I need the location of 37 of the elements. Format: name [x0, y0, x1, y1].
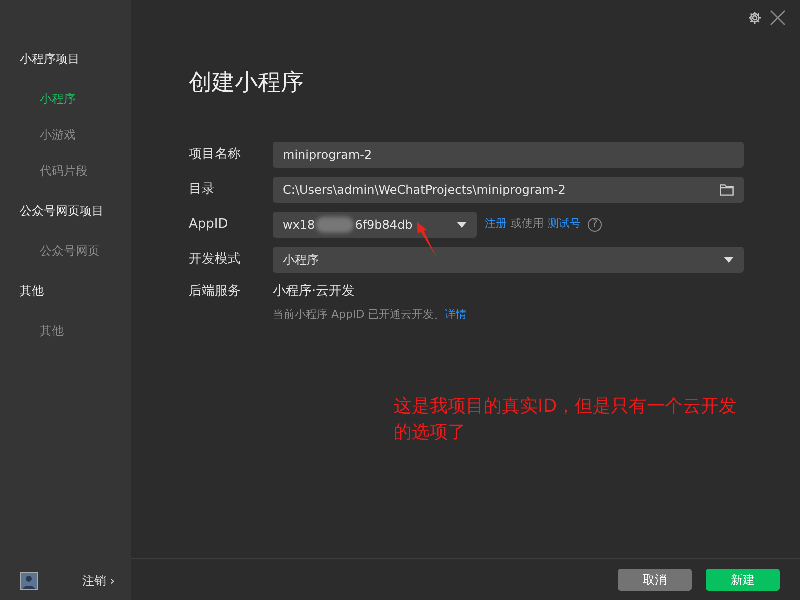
- create-button[interactable]: 新建: [706, 568, 780, 590]
- caret-icon: [457, 222, 467, 228]
- logout-link[interactable]: 注销 ›: [82, 572, 115, 590]
- field-label: 开发模式: [189, 250, 242, 269]
- dropdown-field[interactable]: 小程序: [273, 246, 744, 273]
- blurred-text: [316, 216, 354, 233]
- folder-icon[interactable]: [720, 184, 734, 196]
- field-label: 后端服务: [189, 282, 242, 301]
- help-icon[interactable]: ?: [588, 218, 602, 232]
- field-label: 目录: [189, 180, 216, 199]
- field-label: AppID: [189, 216, 230, 234]
- register-link[interactable]: 注册: [485, 216, 507, 233]
- or-use-text: 或使用: [511, 216, 544, 232]
- settings-icon[interactable]: [748, 11, 762, 25]
- sidebar-group-title: 其他: [20, 283, 44, 300]
- arrow-annotation: [415, 220, 439, 260]
- dropdown-field[interactable]: wx18 6f9b84db: [273, 212, 477, 238]
- field-label: 项目名称: [189, 146, 242, 164]
- caret-icon: [724, 256, 734, 263]
- sidebar-item[interactable]: 小程序: [20, 90, 76, 108]
- sidebar-item[interactable]: 公众号网页: [20, 242, 100, 260]
- input-field[interactable]: C:\Users\admin\WeChatProjects\miniprogram-2: [273, 176, 744, 203]
- page-heading: 创建小程序: [189, 70, 305, 98]
- sidebar-group-title: 公众号网页项目: [20, 203, 104, 220]
- annotation-text: 这是我项目的真实ID，但是只有一个云开发的选项了: [394, 394, 738, 445]
- service-value: 小程序·云开发: [273, 282, 356, 301]
- cancel-button[interactable]: 取消: [618, 568, 692, 590]
- sidebar-item[interactable]: 其他: [20, 322, 64, 340]
- close-icon[interactable]: [770, 10, 786, 26]
- test-account-link[interactable]: 测试号: [548, 216, 581, 233]
- sidebar-item[interactable]: 代码片段: [20, 162, 88, 180]
- sidebar-item[interactable]: 小游戏: [20, 126, 76, 144]
- input-field[interactable]: miniprogram-2: [273, 142, 744, 168]
- sidebar-group-title: 小程序项目: [20, 51, 80, 68]
- avatar-icon[interactable]: [20, 572, 38, 590]
- details-link[interactable]: 详情: [445, 308, 468, 322]
- service-note: 当前小程序 AppID 已开通云开发。详情: [273, 307, 468, 324]
